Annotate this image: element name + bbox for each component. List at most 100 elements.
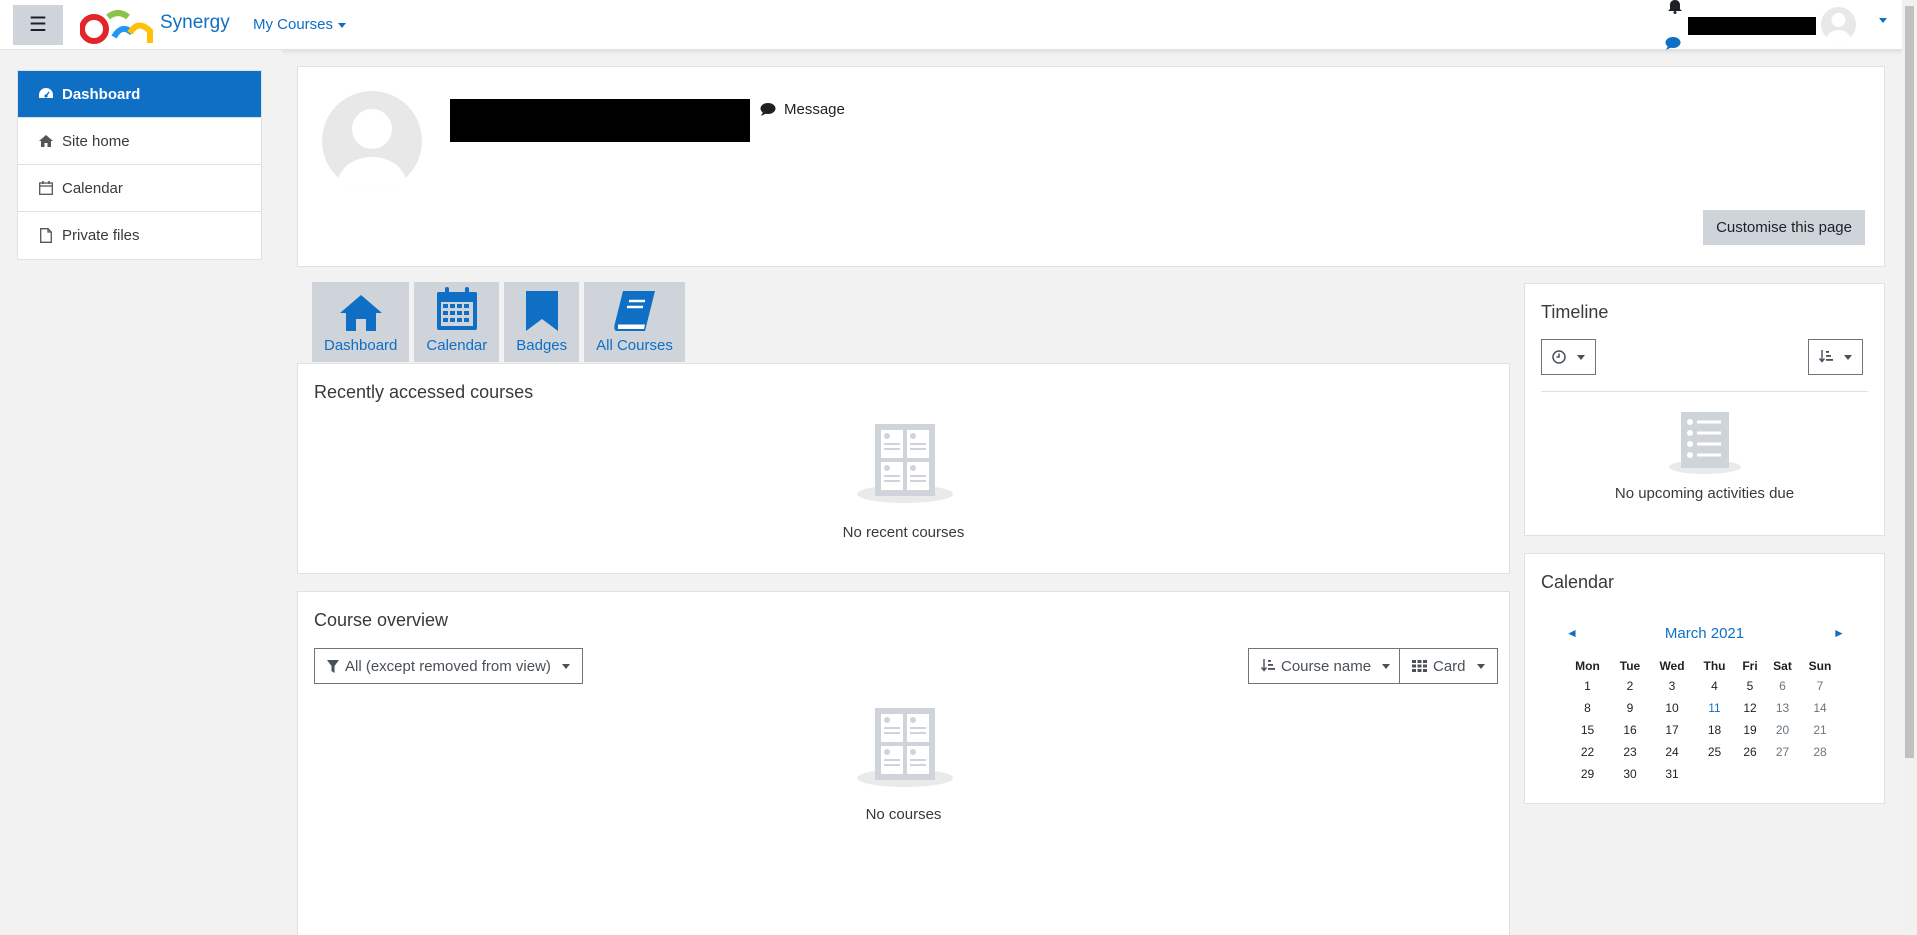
tab-label: Dashboard: [324, 337, 398, 354]
calendar-day[interactable]: 9: [1609, 697, 1651, 719]
calendar-day[interactable]: 28: [1801, 741, 1839, 763]
grid-icon: [1412, 660, 1427, 672]
user-avatar[interactable]: [1821, 7, 1856, 42]
calendar-day[interactable]: 4: [1693, 675, 1736, 697]
calendar-week-row: 15 16 17 18 19 20 21: [1566, 719, 1839, 741]
drawer-item-label: Site home: [62, 132, 130, 150]
calendar-day[interactable]: 7: [1801, 675, 1839, 697]
timeline-block: Timeline No upcoming activities due: [1524, 283, 1885, 536]
message-button[interactable]: Message: [760, 101, 845, 118]
calendar-week-row: 29 30 31: [1566, 763, 1839, 785]
home-icon: [339, 295, 382, 331]
calendar-grid: Mon Tue Wed Thu Fri Sat Sun 1 2 3 4 5 6 7 8 9 10 1…: [1566, 657, 1839, 785]
quick-links-tabs: Dashboard Calendar Badges All Courses: [312, 282, 685, 362]
calendar-day: [1736, 763, 1764, 785]
calendar-day[interactable]: 18: [1693, 719, 1736, 741]
block-title: Course overview: [314, 610, 449, 630]
calendar-day: [1764, 763, 1801, 785]
calendar-week-row: 8 9 10 11 12 13 14: [1566, 697, 1839, 719]
calendar-day[interactable]: 12: [1736, 697, 1764, 719]
sort-dropdown[interactable]: Course name: [1248, 648, 1404, 684]
calendar-day[interactable]: 19: [1736, 719, 1764, 741]
calendar-day[interactable]: 24: [1651, 741, 1693, 763]
brand-name[interactable]: Synergy: [160, 12, 230, 34]
calendar-day[interactable]: 5: [1736, 675, 1764, 697]
calendar-day[interactable]: 27: [1764, 741, 1801, 763]
calendar-day[interactable]: 25: [1693, 741, 1736, 763]
drawer-item-calendar[interactable]: Calendar: [18, 165, 261, 212]
calendar-icon: [38, 181, 54, 195]
activities-placeholder-icon: [1669, 412, 1741, 474]
timeline-sort-dropdown[interactable]: [1808, 339, 1863, 375]
calendar-day[interactable]: 10: [1651, 697, 1693, 719]
tab-all-courses[interactable]: All Courses: [584, 282, 685, 362]
weekday-header: Mon: [1575, 659, 1600, 673]
weekday-header: Wed: [1659, 659, 1685, 673]
calendar-day[interactable]: 11: [1693, 697, 1736, 719]
calendar-day[interactable]: 17: [1651, 719, 1693, 741]
filter-icon: [327, 659, 339, 673]
drawer-item-site-home[interactable]: Site home: [18, 118, 261, 165]
calendar-day: [1801, 763, 1839, 785]
customise-page-button[interactable]: Customise this page: [1703, 210, 1865, 245]
file-icon: [38, 228, 54, 243]
calendar-day[interactable]: 14: [1801, 697, 1839, 719]
calendar-day[interactable]: 3: [1651, 675, 1693, 697]
drawer-item-private-files[interactable]: Private files: [18, 212, 261, 259]
sort-icon: [1819, 350, 1833, 363]
calendar-month-link[interactable]: March 2021: [1525, 625, 1884, 642]
chevron-down-icon: [1844, 354, 1852, 360]
calendar-day[interactable]: 2: [1609, 675, 1651, 697]
calendar-day[interactable]: 29: [1566, 763, 1609, 785]
book-icon: [614, 291, 656, 331]
drawer-item-label: Private files: [62, 227, 140, 244]
site-logo[interactable]: [80, 7, 158, 45]
calendar-icon: [436, 287, 477, 330]
my-courses-menu[interactable]: My Courses: [253, 16, 347, 33]
calendar-day[interactable]: 30: [1609, 763, 1651, 785]
calendar-day[interactable]: 22: [1566, 741, 1609, 763]
calendar-day[interactable]: 26: [1736, 741, 1764, 763]
drawer-toggle-button[interactable]: ☰: [13, 5, 63, 45]
chevron-down-icon: [1382, 663, 1391, 669]
divider: [1541, 391, 1868, 392]
bookmark-icon: [525, 291, 558, 331]
profile-avatar: [322, 91, 422, 191]
drawer-item-dashboard[interactable]: Dashboard: [18, 71, 261, 118]
chevron-down-icon: [1476, 663, 1485, 669]
tab-dashboard[interactable]: Dashboard: [312, 282, 410, 362]
calendar-day[interactable]: 6: [1764, 675, 1801, 697]
empty-message: No recent courses: [842, 524, 965, 541]
block-title: Recently accessed courses: [314, 382, 534, 402]
weekday-header: Sat: [1773, 659, 1792, 673]
tab-badges[interactable]: Badges: [504, 282, 580, 362]
block-title: Timeline: [1541, 302, 1609, 322]
calendar-day[interactable]: 13: [1764, 697, 1801, 719]
next-month-arrow-icon[interactable]: ►: [1833, 626, 1845, 640]
user-name-redacted[interactable]: [1688, 17, 1816, 35]
calendar-day[interactable]: 15: [1566, 719, 1609, 741]
page-header: Message Customise this page: [297, 66, 1885, 267]
courses-placeholder-icon: [857, 708, 953, 787]
calendar-day[interactable]: 20: [1764, 719, 1801, 741]
block-title: Calendar: [1541, 572, 1615, 592]
calendar-day[interactable]: 21: [1801, 719, 1839, 741]
user-menu-chevron-icon[interactable]: [1879, 18, 1887, 23]
message-label: Message: [784, 101, 845, 118]
calendar-day[interactable]: 16: [1609, 719, 1651, 741]
calendar-day[interactable]: 31: [1651, 763, 1693, 785]
calendar-day[interactable]: 23: [1609, 741, 1651, 763]
notifications-bell-icon[interactable]: [1667, 0, 1683, 14]
timeline-filter-dropdown[interactable]: [1541, 339, 1596, 375]
sort-icon: [1261, 659, 1275, 672]
grouping-filter-dropdown[interactable]: All (except removed from view): [314, 648, 583, 684]
tab-label: All Courses: [596, 337, 673, 354]
calendar-day[interactable]: 1: [1566, 675, 1609, 697]
drawer-nav-list: Dashboard Site home Calendar Private fil…: [17, 70, 262, 260]
view-dropdown[interactable]: Card: [1399, 648, 1498, 684]
messages-chat-icon[interactable]: [1665, 37, 1681, 50]
calendar-block: Calendar ◄ March 2021 ► Mon Tue Wed Thu …: [1524, 553, 1885, 804]
tab-calendar[interactable]: Calendar: [414, 282, 500, 362]
scrollbar-thumb[interactable]: [1905, 6, 1914, 758]
calendar-day[interactable]: 8: [1566, 697, 1609, 719]
